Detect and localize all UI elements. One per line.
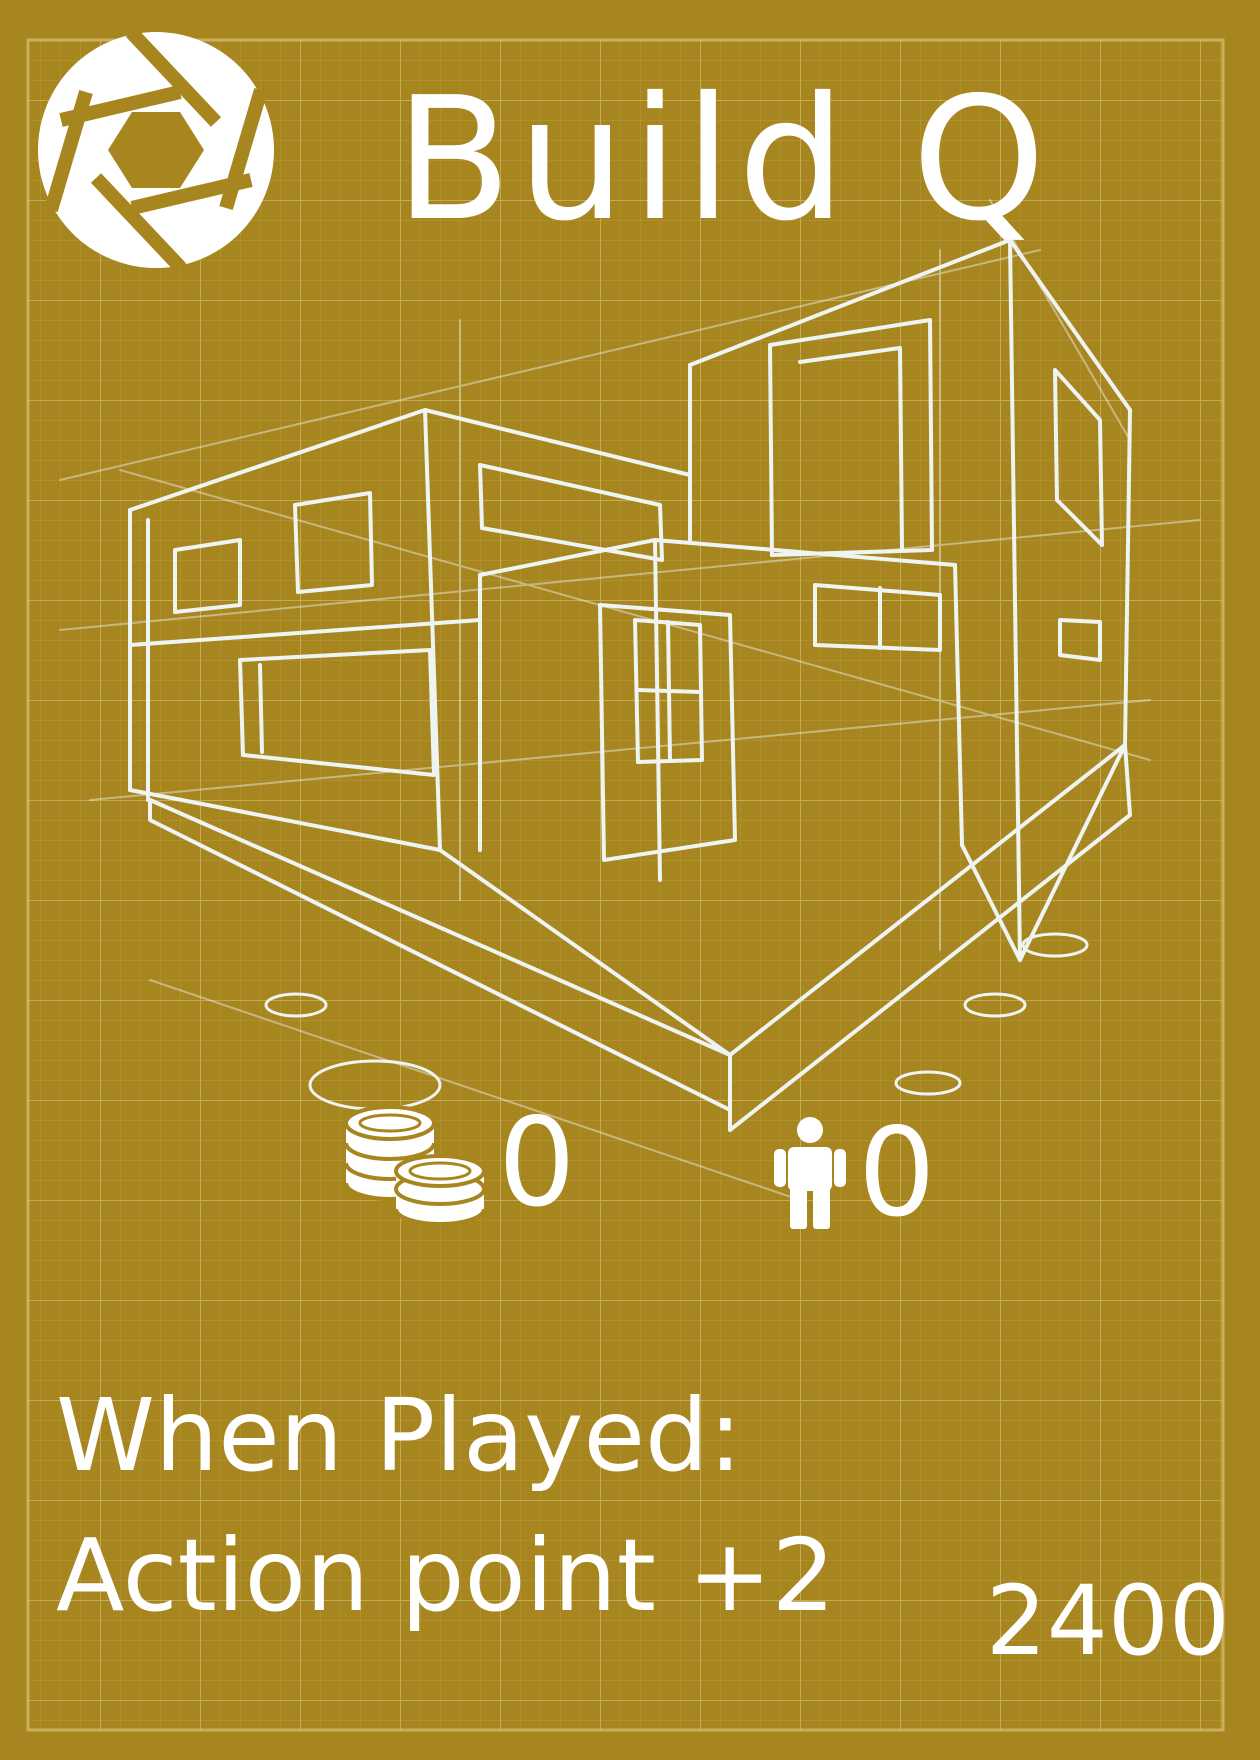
gold-cost-value: 0 <box>498 1092 576 1234</box>
people-cost-value: 0 <box>858 1102 936 1244</box>
gold-cost: 0 <box>340 1098 576 1228</box>
coin-stack-icon <box>344 1104 486 1226</box>
aperture-icon <box>38 27 274 273</box>
card-title: Build Q <box>395 61 1052 259</box>
person-icon <box>774 1117 846 1229</box>
game-card[interactable]: Build Q 0 0 When Played: Action point +2… <box>0 0 1260 1760</box>
effect-description: Action point +2 <box>56 1517 836 1634</box>
card-effect: When Played: Action point +2 <box>56 1366 835 1646</box>
people-cost: 0 <box>770 1108 936 1238</box>
effect-trigger: When Played: <box>56 1377 743 1494</box>
aperture-logo <box>36 27 276 273</box>
card-price: 2400 <box>985 1565 1230 1677</box>
